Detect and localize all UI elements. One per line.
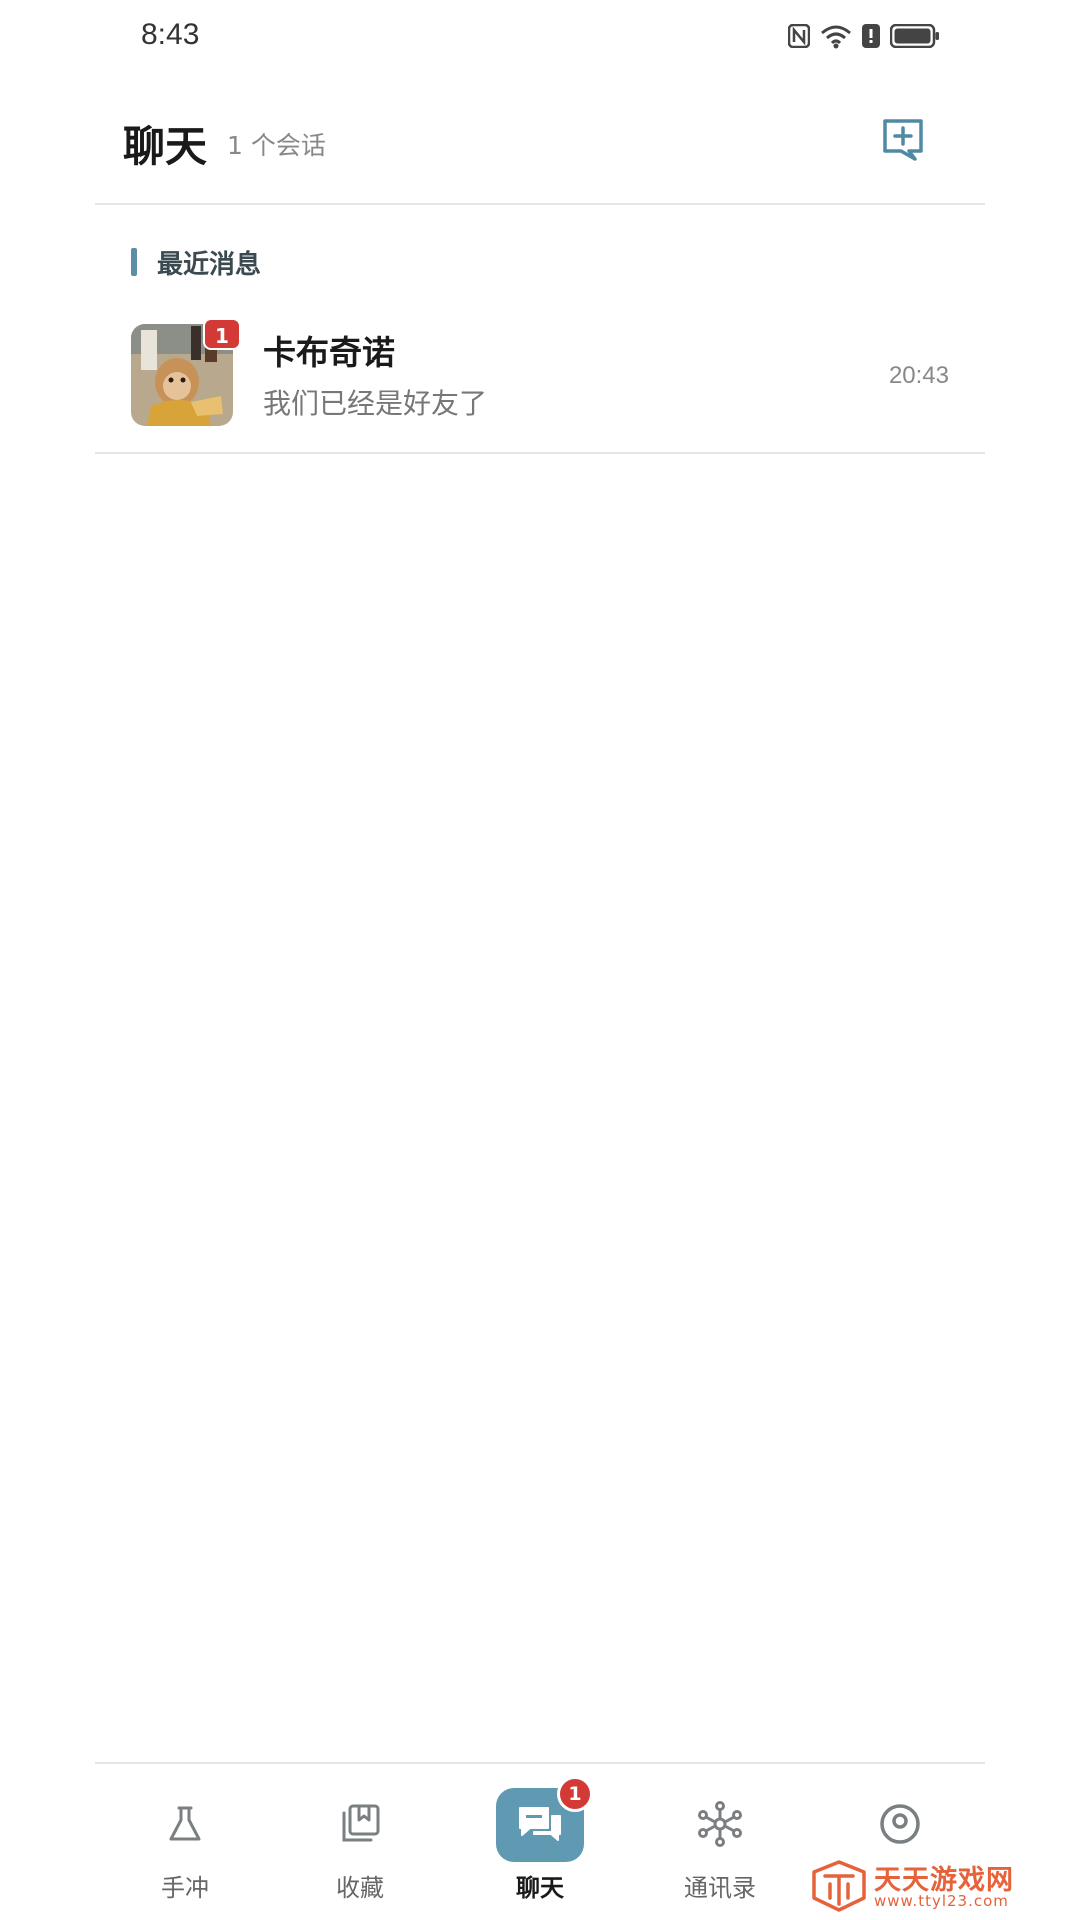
nav-item-collection[interactable]: 收藏 (295, 1764, 425, 1920)
unread-badge: 1 (203, 318, 241, 350)
message-preview: 我们已经是好友了 (263, 387, 488, 420)
nav-item-contacts[interactable]: 通讯录 (655, 1764, 785, 1920)
contact-name: 卡布奇诺 (263, 333, 395, 372)
flask-icon (161, 1800, 209, 1848)
chat-bubbles-icon (516, 1800, 564, 1848)
nfc-icon (788, 24, 810, 48)
watermark-url: www.ttyl23.com (874, 1892, 1009, 1910)
chat-header: 聊天 1 个会话 (95, 95, 985, 205)
nav-item-brew[interactable]: 手冲 (120, 1764, 250, 1920)
new-chat-icon (883, 119, 923, 161)
message-time: 20:43 (888, 362, 949, 389)
conversation-item[interactable]: 1 卡布奇诺 我们已经是好友了 20:43 (95, 310, 985, 454)
nav-label-contacts: 通讯录 (684, 1874, 756, 1902)
watermark-logo-icon (812, 1860, 866, 1912)
battery-icon (890, 24, 940, 48)
alert-icon (862, 24, 880, 48)
nav-chat-badge: 1 (557, 1776, 593, 1812)
chat-screen: 8:43 聊天 1 个会话 最近消息 1 卡布奇诺 我们已经是好友了 20:43… (0, 0, 1080, 1920)
profile-icon (876, 1800, 924, 1848)
status-icons (788, 20, 940, 52)
new-chat-button[interactable] (879, 115, 927, 163)
nav-label-chat: 聊天 (516, 1874, 564, 1902)
collection-icon (336, 1800, 384, 1848)
nav-label-brew: 手冲 (161, 1874, 209, 1902)
status-time: 8:43 (141, 18, 200, 51)
nav-label-collection: 收藏 (336, 1874, 384, 1902)
wifi-6-icon (820, 23, 852, 49)
status-bar: 8:43 (0, 0, 1080, 72)
section-title: 最近消息 (157, 249, 262, 280)
watermark: 天天游戏网 www.ttyl23.com (810, 1858, 1040, 1914)
page-title: 聊天 (123, 122, 208, 171)
nav-item-chat[interactable]: 1 聊天 (475, 1764, 605, 1920)
conversation-count: 1 个会话 (227, 131, 326, 160)
section-accent-bar (131, 248, 137, 276)
recent-messages-header: 最近消息 (131, 246, 262, 280)
network-icon (696, 1800, 744, 1848)
